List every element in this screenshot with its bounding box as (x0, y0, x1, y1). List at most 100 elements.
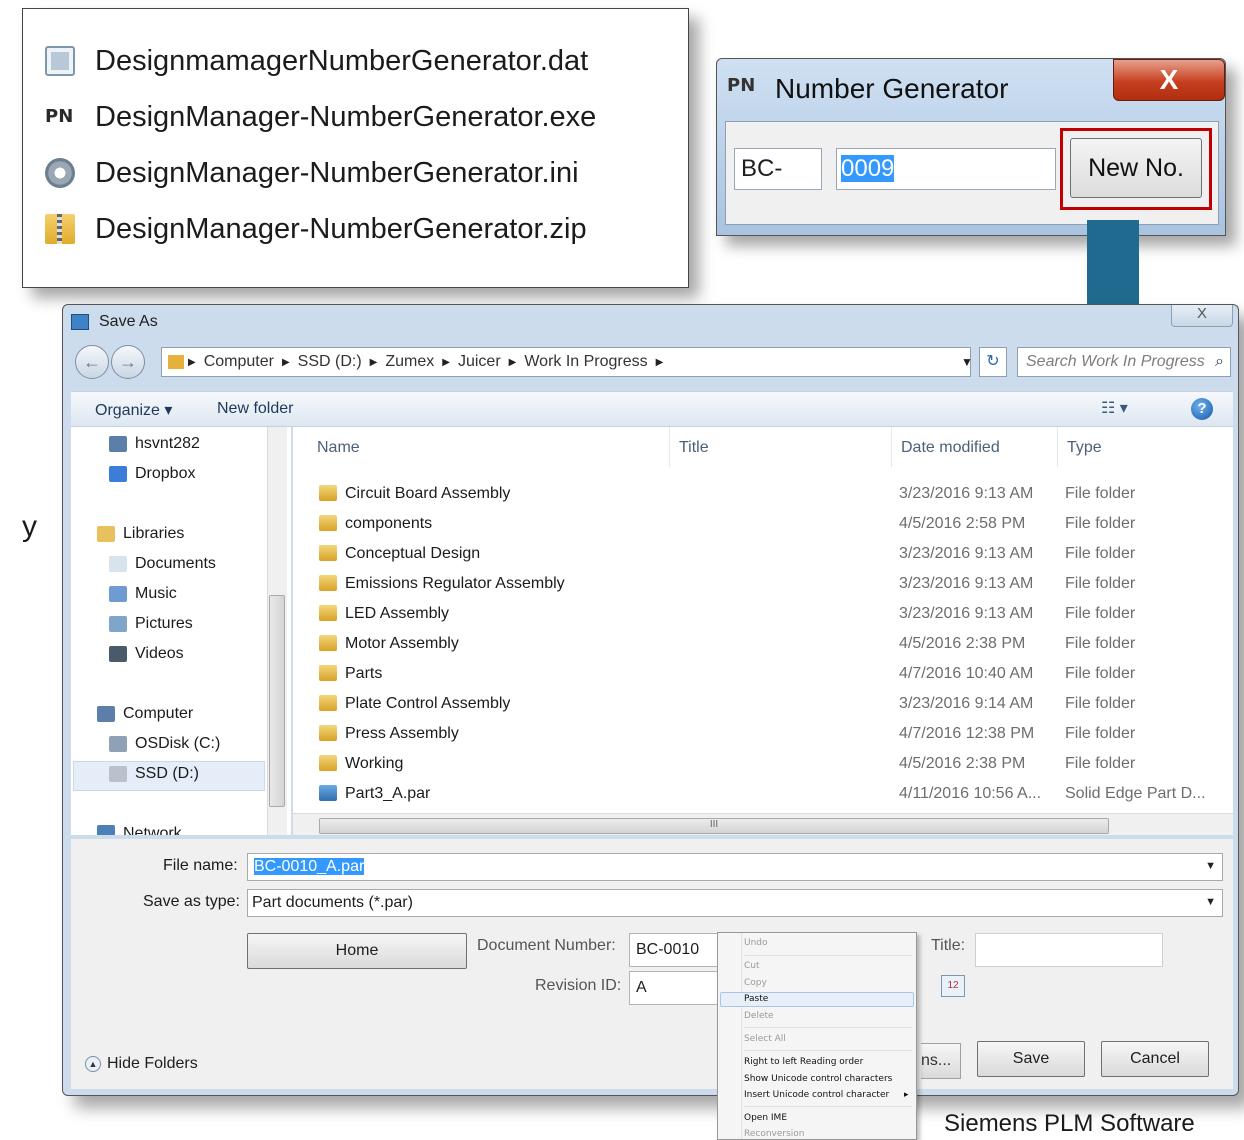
save-button[interactable]: Save (977, 1041, 1085, 1077)
close-button[interactable]: X (1171, 305, 1233, 327)
table-row[interactable]: Motor Assembly 4/5/2016 2:38 PM File folde… (293, 629, 1233, 659)
table-row[interactable]: Parts 4/7/2016 10:40 AM File folder (293, 659, 1233, 689)
breadcrumb-item[interactable]: Computer (204, 353, 274, 371)
chevron-down-icon[interactable]: ▼ (1205, 896, 1216, 908)
table-row[interactable]: Part3_A.par 4/11/2016 10:56 A... Solid Edg… (293, 779, 1233, 809)
menu-item-paste[interactable]: Paste (744, 994, 768, 1004)
nav-item-network[interactable]: Network (97, 825, 182, 835)
table-row[interactable]: LED Assembly 3/23/2016 9:13 AM File folder (293, 599, 1233, 629)
prefix-field[interactable]: BC- (734, 148, 822, 190)
computer-icon (109, 436, 127, 452)
column-divider (1057, 427, 1058, 467)
breadcrumb-item[interactable]: Work In Progress (524, 353, 647, 371)
file-list-panel: DesignmamagerNumberGenerator.dat PN Desi… (22, 8, 689, 288)
menu-separator (744, 1050, 912, 1051)
nav-scroll-thumb[interactable] (269, 595, 285, 807)
menu-item-copy[interactable]: Copy (744, 978, 767, 988)
menu-item-cut[interactable]: Cut (744, 961, 760, 971)
back-button[interactable]: ← (75, 345, 109, 379)
menu-item-reconversion[interactable]: Reconversion (744, 1129, 805, 1139)
chevron-down-icon[interactable]: ▼ (1205, 860, 1216, 872)
column-title[interactable]: Title (679, 439, 709, 457)
scroll-thumb[interactable]: III (319, 818, 1109, 834)
table-row[interactable]: Emissions Regulator Assembly 3/23/2016 9:… (293, 569, 1233, 599)
nav-item-osdisk[interactable]: OSDisk (C:) (109, 735, 220, 753)
table-row[interactable]: components 4/5/2016 2:58 PM File folder (293, 509, 1233, 539)
menu-item-insert-unicode[interactable]: Insert Unicode control character (744, 1090, 889, 1100)
file-item[interactable]: DesignManager-NumberGenerator.ini (45, 153, 579, 193)
column-date[interactable]: Date modified (901, 439, 1000, 457)
videos-icon (109, 646, 127, 662)
breadcrumb-item[interactable]: Zumex (385, 353, 434, 371)
chevron-up-icon: ▲ (85, 1056, 101, 1072)
folder-icon (319, 575, 337, 591)
file-item[interactable]: DesignManager-NumberGenerator.zip (45, 209, 587, 249)
number-generator-window: PN Number Generator X BC- 0009 New No. (716, 58, 1226, 236)
nav-item-pictures[interactable]: Pictures (109, 615, 193, 633)
nav-item-libraries[interactable]: Libraries (97, 525, 184, 543)
nav-item-dropbox[interactable]: Dropbox (109, 465, 195, 483)
file-item[interactable]: PN DesignManager-NumberGenerator.exe (45, 97, 596, 137)
nav-item-music[interactable]: Music (109, 585, 177, 603)
nav-item-hsvnt282[interactable]: hsvnt282 (109, 435, 200, 453)
column-divider (891, 427, 892, 467)
menu-item-undo[interactable]: Undo (744, 938, 768, 948)
search-input[interactable]: Search Work In Progress (1017, 347, 1231, 377)
new-number-button[interactable]: New No. (1070, 138, 1202, 198)
revision-id-label: Revision ID: (535, 977, 622, 994)
file-item[interactable]: DesignmamagerNumberGenerator.dat (45, 41, 588, 81)
organize-menu[interactable]: Organize ▾ (95, 400, 172, 420)
home-button[interactable]: Home (247, 933, 467, 969)
menu-item-delete[interactable]: Delete (744, 1011, 774, 1021)
column-name[interactable]: Name (317, 439, 360, 457)
breadcrumb-item[interactable]: SSD (D:) (298, 353, 362, 371)
menu-item-select-all[interactable]: Select All (744, 1034, 786, 1044)
breadcrumb-item[interactable]: Juicer (458, 353, 501, 371)
file-name-field[interactable]: BC-0010_A.par ▼ (247, 853, 1223, 881)
file-name: DesignManager-NumberGenerator.zip (95, 212, 587, 245)
menu-item-show-unicode[interactable]: Show Unicode control characters (744, 1074, 892, 1084)
number-copy-icon[interactable]: 12 (941, 975, 965, 997)
number-field[interactable]: 0009 (836, 148, 1056, 190)
save-type-select[interactable]: Part documents (*.par) ▼ (247, 889, 1223, 917)
nav-item-computer[interactable]: Computer (97, 705, 193, 723)
folder-icon (319, 605, 337, 621)
network-icon (97, 825, 115, 835)
address-bar[interactable]: ▶ Computer ▶ SSD (D:) ▶ Zumex ▶ Juicer ▶ Work… (161, 347, 971, 377)
nav-item-documents[interactable]: Documents (109, 555, 216, 573)
table-row[interactable]: Working 4/5/2016 2:38 PM File folder (293, 749, 1233, 779)
nav-item-ssd[interactable]: SSD (D:) (109, 765, 199, 783)
pn-app-icon: PN (727, 75, 756, 96)
table-row[interactable]: Plate Control Assembly 3/23/2016 9:14 AM F… (293, 689, 1233, 719)
address-dropdown-icon[interactable]: ▼ (955, 347, 979, 377)
close-button[interactable]: X (1113, 59, 1225, 101)
menu-separator (744, 1106, 912, 1107)
menu-item-open-ime[interactable]: Open IME (744, 1113, 787, 1123)
help-icon[interactable]: ? (1191, 398, 1213, 420)
column-type[interactable]: Type (1067, 439, 1102, 457)
search-icon: ⌕ (1215, 353, 1224, 370)
cancel-button[interactable]: Cancel (1101, 1041, 1209, 1077)
document-number-field[interactable]: BC-0010 (629, 933, 721, 967)
table-row[interactable]: Conceptual Design 3/23/2016 9:13 AM File f… (293, 539, 1233, 569)
table-row[interactable]: Press Assembly 4/7/2016 12:38 PM File fold… (293, 719, 1233, 749)
menu-item-rtl-order[interactable]: Right to left Reading order (744, 1057, 863, 1067)
title-field[interactable] (975, 933, 1163, 967)
revision-id-field[interactable]: A (629, 971, 721, 1005)
forward-button[interactable]: → (111, 345, 145, 379)
dialog-title: Save As (99, 313, 158, 330)
folder-icon (319, 755, 337, 771)
tools-button[interactable]: ns... (921, 1043, 961, 1079)
libraries-icon (97, 526, 115, 542)
hide-folders-toggle[interactable]: ▲ Hide Folders (85, 1055, 198, 1073)
new-folder-button[interactable]: New folder (217, 400, 293, 418)
refresh-icon[interactable]: ↻ (979, 347, 1007, 377)
nav-item-videos[interactable]: Videos (109, 645, 184, 663)
view-options-icon[interactable]: ☷ ▾ (1101, 398, 1128, 418)
navigation-pane: hsvnt282 Dropbox Libraries Documents Mus… (71, 427, 291, 835)
table-row[interactable]: Circuit Board Assembly 3/23/2016 9:13 AM F… (293, 479, 1233, 509)
file-name: DesignmamagerNumberGenerator.dat (95, 44, 589, 77)
horizontal-scrollbar[interactable]: III (293, 813, 1233, 835)
file-name-label: File name: (163, 857, 238, 874)
save-type-label: Save as type: (143, 893, 240, 910)
